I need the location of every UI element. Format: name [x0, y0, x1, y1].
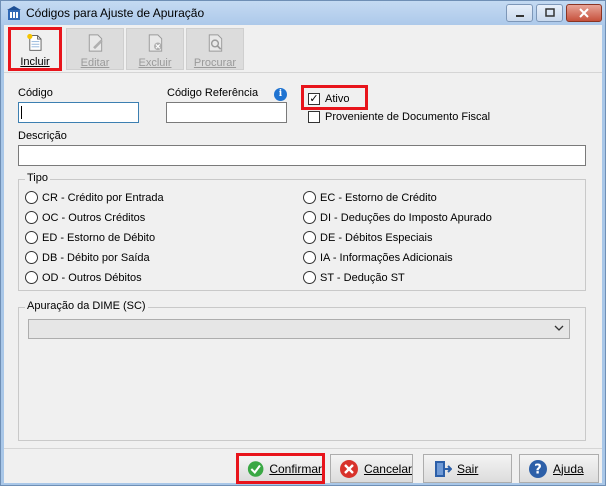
procurar-button[interactable]: Procurar — [186, 28, 244, 70]
app-building-icon — [7, 6, 21, 20]
radio-label: DI - Deduções do Imposto Apurado — [320, 211, 492, 224]
ativo-checkbox-row[interactable]: ✓ Ativo — [308, 93, 349, 105]
radio-button[interactable] — [303, 211, 316, 224]
radio-oc[interactable]: OC - Outros Créditos — [25, 211, 145, 224]
radio-od[interactable]: OD - Outros Débitos — [25, 271, 142, 284]
radio-button[interactable] — [303, 251, 316, 264]
codigo-input[interactable] — [18, 102, 139, 123]
cancelar-button[interactable]: Cancelar — [330, 454, 413, 483]
radio-db[interactable]: DB - Débito por Saída — [25, 251, 150, 264]
radio-label: DE - Débitos Especiais — [320, 231, 433, 244]
excluir-button[interactable]: Excluir — [126, 28, 184, 70]
descricao-input[interactable] — [18, 145, 586, 166]
radio-label: CR - Crédito por Entrada — [42, 191, 164, 204]
excluir-label: Excluir — [138, 57, 172, 69]
editar-label: Editar — [80, 57, 110, 69]
codigo-referencia-input[interactable] — [166, 102, 287, 123]
incluir-label: Incluir — [20, 56, 50, 68]
radio-st[interactable]: ST - Dedução ST — [303, 271, 405, 284]
ajuda-label: Ajuda — [553, 461, 584, 476]
radio-button[interactable] — [25, 211, 38, 224]
radio-ia[interactable]: IA - Informações Adicionais — [303, 251, 453, 264]
codigo-referencia-label: Código Referência — [167, 87, 259, 99]
incluir-button[interactable]: Incluir — [8, 27, 62, 71]
radio-button[interactable] — [25, 271, 38, 284]
radio-label: DB - Débito por Saída — [42, 251, 150, 264]
sair-label: Sair — [457, 461, 479, 476]
descricao-label: Descrição — [18, 130, 67, 142]
codigo-label: Código — [18, 87, 53, 99]
edit-document-icon — [88, 34, 103, 52]
radio-ed[interactable]: ED - Estorno de Débito — [25, 231, 155, 244]
radio-ec[interactable]: EC - Estorno de Crédito — [303, 191, 437, 204]
title-bar: Códigos para Ajuste de Apuração — [1, 1, 605, 25]
radio-di[interactable]: DI - Deduções do Imposto Apurado — [303, 211, 492, 224]
radio-label: ST - Dedução ST — [320, 271, 405, 284]
ajuda-button[interactable]: ? Ajuda — [519, 454, 599, 483]
radio-label: OD - Outros Débitos — [42, 271, 142, 284]
text-caret — [21, 106, 22, 119]
dime-select[interactable] — [28, 319, 570, 339]
radio-de[interactable]: DE - Débitos Especiais — [303, 231, 433, 244]
check-circle-icon — [247, 460, 264, 477]
radio-cr[interactable]: CR - Crédito por Entrada — [25, 191, 164, 204]
footer: Confirmar Cancelar Sair ? Ajuda — [4, 448, 602, 484]
exit-door-icon — [435, 460, 452, 477]
radio-button[interactable] — [25, 191, 38, 204]
sair-button[interactable]: Sair — [423, 454, 512, 483]
proveniente-checkbox[interactable] — [308, 111, 320, 123]
new-document-icon — [27, 33, 42, 51]
close-icon — [579, 8, 589, 18]
minimize-button[interactable] — [506, 4, 533, 22]
svg-text:?: ? — [534, 462, 542, 477]
ativo-checkbox[interactable]: ✓ — [308, 93, 320, 105]
delete-document-icon — [148, 34, 163, 52]
proveniente-label: Proveniente de Documento Fiscal — [325, 111, 491, 123]
radio-button[interactable] — [303, 191, 316, 204]
dialog-client-area: Incluir Editar Excluir Procurar Código C… — [4, 25, 602, 484]
window-title: Códigos para Ajuste de Apuração — [26, 6, 205, 20]
dialog-window: Códigos para Ajuste de Apuração Incluir … — [0, 0, 606, 486]
dime-title: Apuração da DIME (SC) — [25, 300, 148, 312]
minimize-icon — [515, 15, 524, 17]
confirmar-label: Confirmar — [269, 461, 322, 476]
chevron-down-icon — [554, 325, 564, 331]
help-icon: ? — [529, 459, 547, 478]
radio-button[interactable] — [25, 231, 38, 244]
radio-label: ED - Estorno de Débito — [42, 231, 156, 244]
cancel-circle-icon — [339, 459, 358, 478]
maximize-button[interactable] — [536, 4, 563, 22]
maximize-icon — [544, 8, 555, 17]
radio-label: EC - Estorno de Crédito — [320, 191, 437, 204]
close-button[interactable] — [566, 4, 602, 22]
radio-button[interactable] — [25, 251, 38, 264]
toolbar: Incluir Editar Excluir Procurar — [4, 25, 602, 73]
editar-button[interactable]: Editar — [66, 28, 124, 70]
tipo-title: Tipo — [25, 172, 50, 184]
proveniente-checkbox-row[interactable]: Proveniente de Documento Fiscal — [308, 111, 490, 123]
cancelar-label: Cancelar — [363, 461, 412, 476]
confirmar-button[interactable]: Confirmar — [236, 453, 325, 484]
radio-button[interactable] — [303, 271, 316, 284]
radio-button[interactable] — [303, 231, 316, 244]
radio-label: OC - Outros Créditos — [42, 211, 146, 224]
search-document-icon — [208, 34, 223, 52]
info-icon[interactable]: i — [274, 88, 287, 101]
ativo-label: Ativo — [325, 93, 350, 105]
radio-label: IA - Informações Adicionais — [320, 251, 453, 264]
procurar-label: Procurar — [193, 57, 237, 69]
